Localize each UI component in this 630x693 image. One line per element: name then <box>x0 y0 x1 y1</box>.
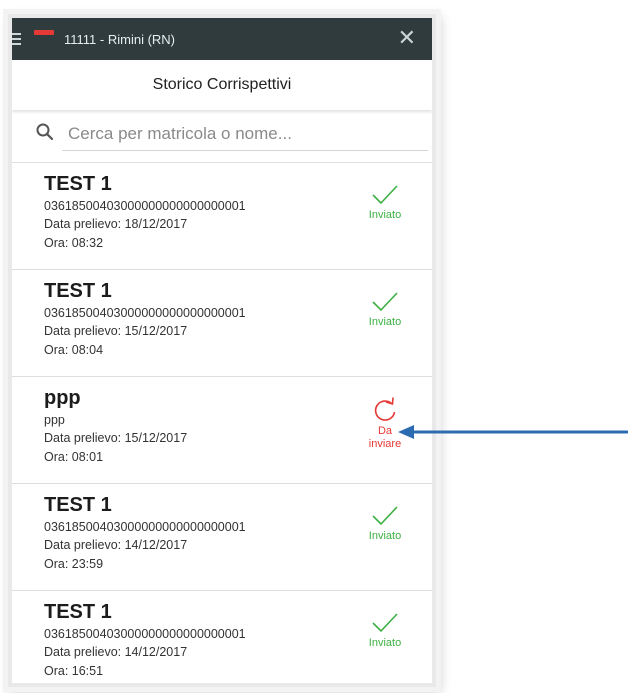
item-title: TEST 1 <box>44 601 112 623</box>
search-bar <box>12 110 432 163</box>
item-time: Ora: 23:59 <box>44 557 104 571</box>
app-bar-title: 11111 - Rimini (RN) <box>64 31 176 47</box>
checkmark-icon <box>372 292 398 312</box>
screenshot: 11111 - Rimini (RN) ✕ Storico Corrispett… <box>0 0 630 693</box>
search-icon <box>36 123 54 141</box>
item-date: Data prelievo: 15/12/2017 <box>44 324 188 338</box>
checkmark-icon <box>372 613 398 633</box>
item-date: Data prelievo: 18/12/2017 <box>44 217 188 231</box>
item-code: 03618500403000000000000000001 <box>44 199 246 213</box>
close-icon[interactable]: ✕ <box>398 27 416 49</box>
item-date: Data prelievo: 15/12/2017 <box>44 431 188 445</box>
item-code: 03618500403000000000000000001 <box>44 306 246 320</box>
app-bar: 11111 - Rimini (RN) ✕ <box>12 18 432 60</box>
item-title: TEST 1 <box>44 494 112 516</box>
status-label-line1: Da <box>377 425 393 437</box>
item-title: TEST 1 <box>44 173 112 195</box>
item-time: Ora: 08:32 <box>44 236 104 250</box>
item-time: Ora: 16:51 <box>44 664 104 678</box>
menu-icon[interactable] <box>12 33 22 45</box>
list-item[interactable]: ppp ppp Data prelievo: 15/12/2017 Ora: 0… <box>12 377 432 484</box>
refresh-icon <box>374 397 396 421</box>
item-title: TEST 1 <box>44 280 112 302</box>
list-item[interactable]: TEST 1 03618500403000000000000000001 Dat… <box>12 591 432 683</box>
status-label-line2: inviare <box>368 438 402 450</box>
item-date: Data prelievo: 14/12/2017 <box>44 645 188 659</box>
history-list: TEST 1 03618500403000000000000000001 Dat… <box>12 163 432 683</box>
list-item[interactable]: TEST 1 03618500403000000000000000001 Dat… <box>12 484 432 591</box>
item-code: 03618500403000000000000000001 <box>44 627 246 641</box>
status-label: Inviato <box>368 530 402 542</box>
status-label: Inviato <box>368 209 402 221</box>
item-time: Ora: 08:01 <box>44 450 104 464</box>
phone-screen: 11111 - Rimini (RN) ✕ Storico Corrispett… <box>12 18 432 683</box>
status-label: Da inviare <box>357 425 413 451</box>
search-input[interactable] <box>62 118 428 151</box>
checkmark-icon <box>372 506 398 526</box>
item-title: ppp <box>44 387 81 409</box>
page-title: Storico Corrispettivi <box>12 60 432 110</box>
item-time: Ora: 08:04 <box>44 343 104 357</box>
checkmark-icon <box>372 185 398 205</box>
status-badge: Inviato <box>357 183 413 221</box>
status-label: Inviato <box>368 637 402 649</box>
item-code: 03618500403000000000000000001 <box>44 520 246 534</box>
status-badge: Inviato <box>357 504 413 542</box>
list-item[interactable]: TEST 1 03618500403000000000000000001 Dat… <box>12 163 432 270</box>
list-item[interactable]: TEST 1 03618500403000000000000000001 Dat… <box>12 270 432 377</box>
status-badge: Da inviare <box>357 397 413 451</box>
status-badge: Inviato <box>357 611 413 649</box>
item-code: ppp <box>44 413 65 427</box>
status-badge: Inviato <box>357 290 413 328</box>
status-label: Inviato <box>368 316 402 328</box>
item-date: Data prelievo: 14/12/2017 <box>44 538 188 552</box>
flag-icon <box>34 29 54 35</box>
